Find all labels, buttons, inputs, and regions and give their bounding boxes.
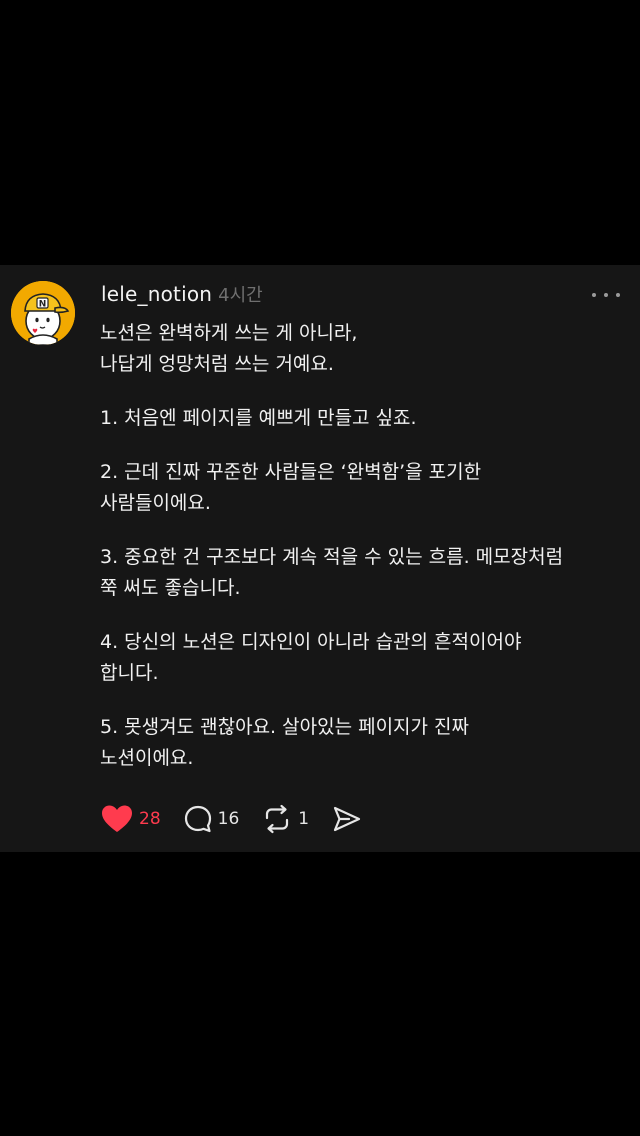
repost-button[interactable]: 1 xyxy=(261,804,309,834)
comment-button[interactable]: 16 xyxy=(183,804,240,834)
comment-count: 16 xyxy=(217,809,240,829)
heart-filled-icon xyxy=(102,805,132,832)
svg-text:N: N xyxy=(39,300,47,310)
intro-line-1: 노션은 완벽하게 쓰는 게 아니라, 나답게 엉망처럼 쓰는 거예요. xyxy=(100,322,358,375)
post-paragraph: 3. 중요한 건 구조보다 계속 적을 수 있는 흐름. 메모장처럼 쭉 써도 좋… xyxy=(100,542,620,604)
post-paragraph: 1. 처음엔 페이지를 예쁘게 만들고 싶죠. xyxy=(100,403,620,434)
share-button[interactable] xyxy=(331,804,363,834)
comment-bubble-icon xyxy=(184,805,211,833)
more-options-icon[interactable] xyxy=(592,291,620,299)
post-body: 노션은 완벽하게 쓰는 게 아니라, 나답게 엉망처럼 쓰는 거예요. 1. 처음… xyxy=(100,318,620,774)
post-card: N lele_notion 4시간 노션은 완벽하게 쓰는 게 아니라, 나답게 … xyxy=(0,265,640,852)
point-2-text: 2. 근데 진짜 꾸준한 사람들은 ‘완벽함’을 포기한 사람들이에요. xyxy=(100,461,482,514)
repost-icon xyxy=(266,804,289,834)
avatar[interactable]: N xyxy=(11,281,75,345)
like-button[interactable]: 28 xyxy=(100,803,161,835)
point-4-text: 4. 당신의 노션은 디자인이 아니라 습관의 흔적이어야 합니다. xyxy=(100,631,522,684)
post-paragraph: 노션은 완벽하게 쓰는 게 아니라, 나답게 엉망처럼 쓰는 거예요. xyxy=(100,318,620,380)
send-icon xyxy=(334,806,361,832)
point-1-text: 1. 처음엔 페이지를 예쁘게 만들고 싶죠. xyxy=(100,407,417,429)
dot xyxy=(604,293,608,297)
dot xyxy=(592,293,596,297)
repost-count: 1 xyxy=(298,809,310,829)
point-5-text: 5. 못생겨도 괜찮아요. 살아있는 페이지가 진짜 노션이에요. xyxy=(100,716,470,769)
post-paragraph: 2. 근데 진짜 꾸준한 사람들은 ‘완벽함’을 포기한 사람들이에요. xyxy=(100,457,620,519)
n-cap-mascot-icon: N xyxy=(11,281,75,345)
timestamp: 4시간 xyxy=(218,285,263,306)
like-count: 28 xyxy=(139,809,161,829)
action-bar: 28 16 1 xyxy=(100,803,385,835)
point-3-text: 3. 중요한 건 구조보다 계속 적을 수 있는 흐름. 메모장처럼 쭉 써도 좋… xyxy=(100,546,564,599)
post-header: lele_notion 4시간 xyxy=(101,281,263,309)
username[interactable]: lele_notion xyxy=(101,282,212,306)
post-paragraph: 4. 당신의 노션은 디자인이 아니라 습관의 흔적이어야 합니다. xyxy=(100,627,620,689)
dot xyxy=(616,293,620,297)
post-paragraph: 5. 못생겨도 괜찮아요. 살아있는 페이지가 진짜 노션이에요. xyxy=(100,712,620,774)
